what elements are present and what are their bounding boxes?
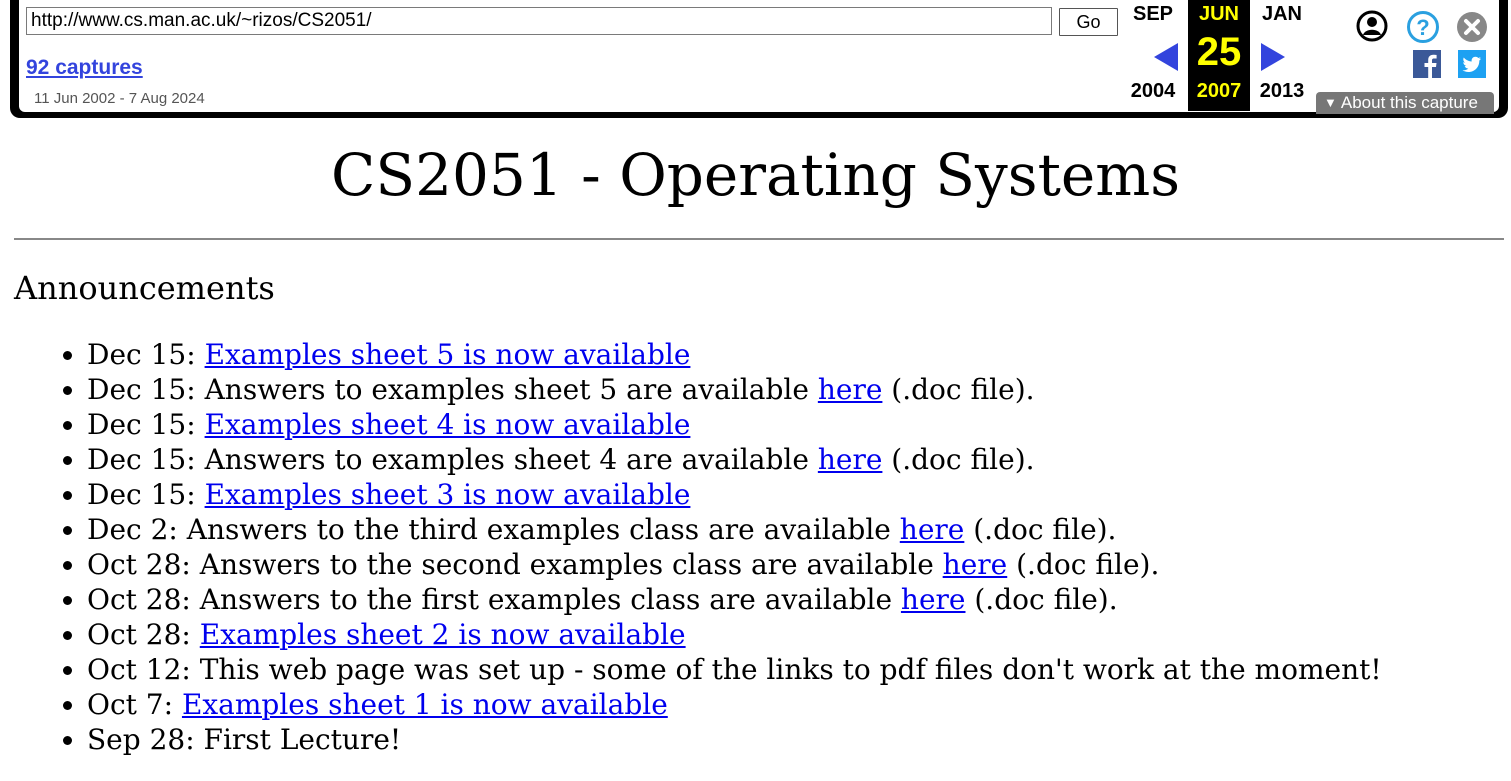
announcement-item: Dec 15: Examples sheet 5 is now availabl… bbox=[87, 337, 1382, 372]
announcement-link[interactable]: here bbox=[818, 373, 883, 406]
announcement-text: Sep 28: First Lecture! bbox=[87, 723, 402, 756]
wayback-toolbar-panel: Go 92 captures 11 Jun 2002 - 7 Aug 2024 … bbox=[19, 0, 1499, 114]
announcement-item: Dec 15: Answers to examples sheet 5 are … bbox=[87, 372, 1382, 407]
next-month-link[interactable]: JAN bbox=[1252, 3, 1312, 26]
announcement-suffix: (.doc file). bbox=[1007, 548, 1160, 581]
prev-capture-arrow-icon[interactable] bbox=[1152, 41, 1180, 73]
announcement-suffix: (.doc file). bbox=[965, 583, 1118, 616]
triangle-down-icon: ▼ bbox=[1324, 95, 1337, 110]
announcement-item: Dec 2: Answers to the third examples cla… bbox=[87, 512, 1382, 547]
about-capture-button[interactable]: ▼ About this capture bbox=[1316, 92, 1494, 114]
announcement-text: Oct 28: Answers to the first examples cl… bbox=[87, 583, 901, 616]
user-account-icon[interactable] bbox=[1356, 10, 1388, 42]
announcement-item: Dec 15: Answers to examples sheet 4 are … bbox=[87, 442, 1382, 477]
announcement-link[interactable]: Examples sheet 5 is now available bbox=[205, 338, 691, 371]
announcement-text: Oct 28: Answers to the second examples c… bbox=[87, 548, 943, 581]
announcement-text: Dec 15: bbox=[87, 478, 205, 511]
svg-text:?: ? bbox=[1416, 15, 1429, 40]
announcement-link[interactable]: Examples sheet 2 is now available bbox=[200, 618, 686, 651]
announcement-suffix: (.doc file). bbox=[882, 443, 1035, 476]
twitter-icon[interactable] bbox=[1458, 50, 1486, 78]
announcement-link[interactable]: Examples sheet 4 is now available bbox=[205, 408, 691, 441]
announcements-list: Dec 15: Examples sheet 5 is now availabl… bbox=[0, 337, 1382, 757]
about-capture-label: About this capture bbox=[1340, 93, 1478, 112]
announcement-text: Oct 12: This web page was set up - some … bbox=[87, 653, 1382, 686]
url-input[interactable] bbox=[26, 7, 1052, 35]
announcement-item: Sep 28: First Lecture! bbox=[87, 722, 1382, 757]
current-year: 2007 bbox=[1196, 80, 1242, 102]
capture-date-range: 11 Jun 2002 - 7 Aug 2024 bbox=[34, 90, 205, 107]
facebook-icon[interactable] bbox=[1413, 50, 1441, 78]
announcement-item: Oct 28: Answers to the second examples c… bbox=[87, 547, 1382, 582]
announcement-item: Oct 12: This web page was set up - some … bbox=[87, 652, 1382, 687]
captures-link[interactable]: 92 captures bbox=[26, 56, 143, 80]
page-title: CS2051 - Operating Systems bbox=[331, 141, 1180, 209]
announcement-suffix: (.doc file). bbox=[882, 373, 1035, 406]
next-year-link[interactable]: 2013 bbox=[1252, 80, 1312, 103]
announcement-text: Oct 28: bbox=[87, 618, 200, 651]
announcement-item: Oct 7: Examples sheet 1 is now available bbox=[87, 687, 1382, 722]
announcement-link[interactable]: Examples sheet 3 is now available bbox=[205, 478, 691, 511]
prev-month-link[interactable]: SEP bbox=[1123, 3, 1183, 26]
announcement-link[interactable]: Examples sheet 1 is now available bbox=[182, 688, 668, 721]
next-capture-arrow-icon[interactable] bbox=[1259, 41, 1287, 73]
announcement-link[interactable]: here bbox=[900, 513, 965, 546]
announcement-item: Oct 28: Examples sheet 2 is now availabl… bbox=[87, 617, 1382, 652]
current-day: 25 bbox=[1196, 30, 1242, 74]
prev-year-link[interactable]: 2004 bbox=[1123, 80, 1183, 103]
announcement-text: Dec 15: Answers to examples sheet 4 are … bbox=[87, 443, 818, 476]
announcement-text: Oct 7: bbox=[87, 688, 182, 721]
announcement-link[interactable]: here bbox=[943, 548, 1008, 581]
announcement-suffix: (.doc file). bbox=[964, 513, 1117, 546]
announcement-text: Dec 15: bbox=[87, 408, 205, 441]
announcement-text: Dec 2: Answers to the third examples cla… bbox=[87, 513, 900, 546]
announcement-text: Dec 15: Answers to examples sheet 5 are … bbox=[87, 373, 818, 406]
announcement-link[interactable]: here bbox=[901, 583, 966, 616]
horizontal-rule bbox=[14, 238, 1504, 240]
current-month: JUN bbox=[1198, 3, 1239, 25]
announcement-text: Dec 15: bbox=[87, 338, 205, 371]
announcement-item: Oct 28: Answers to the first examples cl… bbox=[87, 582, 1382, 617]
announcement-link[interactable]: here bbox=[818, 443, 883, 476]
go-button[interactable]: Go bbox=[1059, 8, 1118, 36]
wayback-toolbar: Go 92 captures 11 Jun 2002 - 7 Aug 2024 … bbox=[10, 0, 1508, 118]
announcements-heading: Announcements bbox=[14, 269, 275, 307]
announcement-item: Dec 15: Examples sheet 3 is now availabl… bbox=[87, 477, 1382, 512]
help-icon[interactable]: ? bbox=[1406, 10, 1440, 44]
close-icon[interactable] bbox=[1457, 12, 1487, 42]
announcement-item: Dec 15: Examples sheet 4 is now availabl… bbox=[87, 407, 1382, 442]
